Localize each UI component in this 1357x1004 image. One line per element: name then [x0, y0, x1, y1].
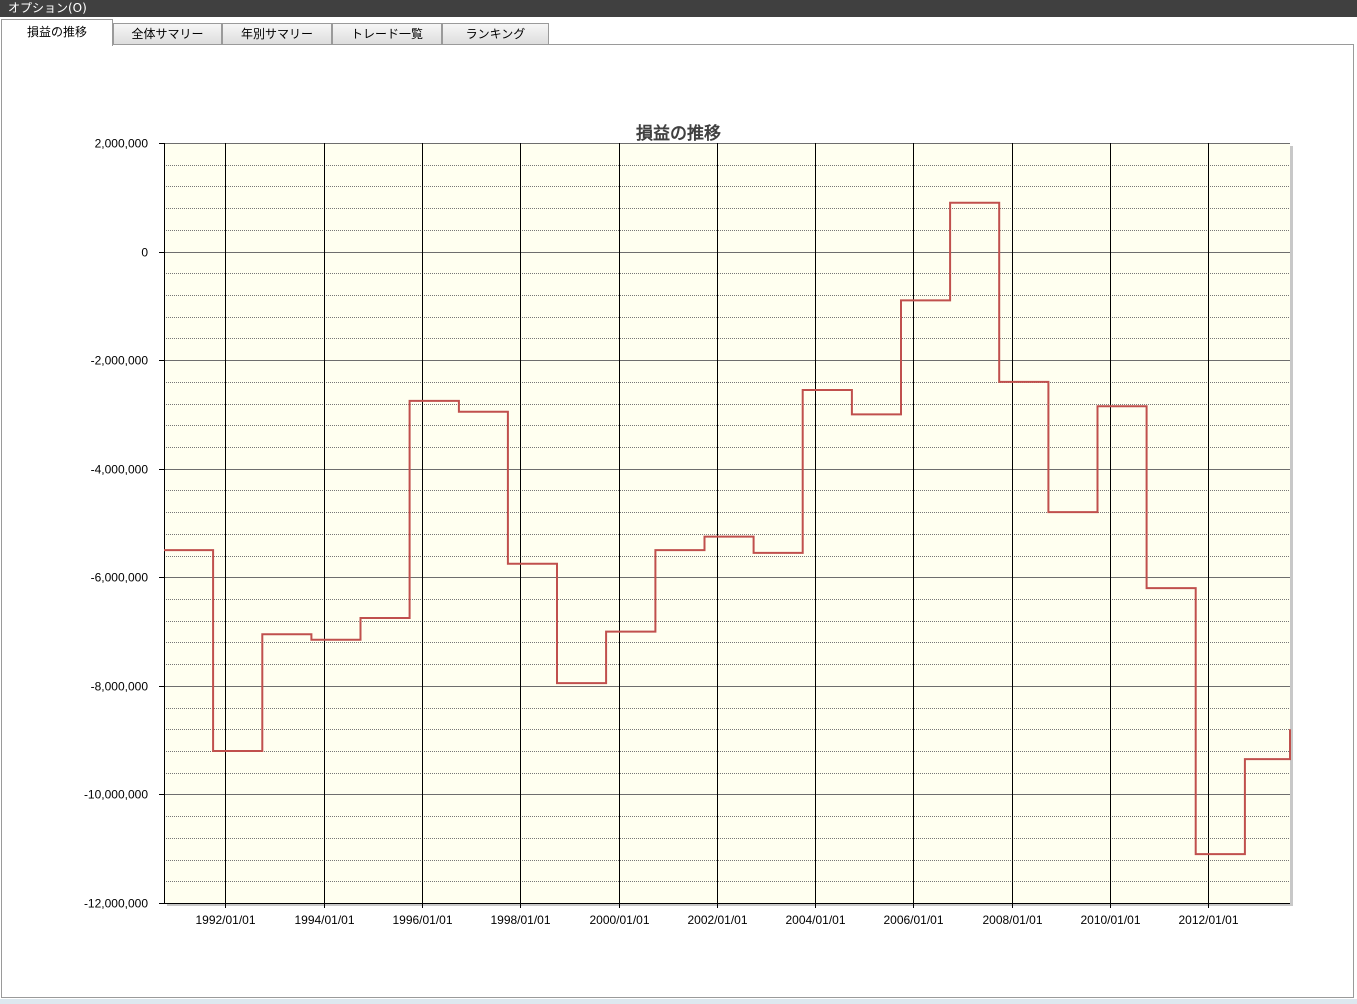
profit-chart: 2,000,000 0 -2,000,000 -4,000,000 -6,000,000… — [84, 137, 1293, 927]
y-tick-label: -2,000,000 — [91, 354, 149, 368]
x-tick-label: 2006/01/01 — [883, 913, 943, 927]
y-tick-label: -12,000,000 — [84, 897, 148, 911]
y-tick-label: -6,000,000 — [91, 571, 149, 585]
x-tick-label: 2000/01/01 — [589, 913, 649, 927]
y-tick-label: -8,000,000 — [91, 680, 149, 694]
y-tick-label: 0 — [141, 246, 148, 260]
plot-area — [164, 143, 1290, 903]
y-tick-label: 2,000,000 — [95, 137, 149, 151]
x-tick-label: 2012/01/01 — [1178, 913, 1238, 927]
tab-profit-transition[interactable]: 損益の推移 — [1, 19, 113, 46]
x-tick-label: 1998/01/01 — [490, 913, 550, 927]
y-tick-label: -10,000,000 — [84, 788, 148, 802]
x-tick-label: 2010/01/01 — [1080, 913, 1140, 927]
y-tick-label: -4,000,000 — [91, 463, 149, 477]
x-tick-label: 1994/01/01 — [294, 913, 354, 927]
x-tick-label: 2004/01/01 — [785, 913, 845, 927]
x-tick-label: 1996/01/01 — [392, 913, 452, 927]
x-tick-label: 2002/01/01 — [687, 913, 747, 927]
x-tick-label: 1992/01/01 — [195, 913, 255, 927]
status-strip — [0, 999, 1357, 1004]
x-tick-label: 2008/01/01 — [982, 913, 1042, 927]
